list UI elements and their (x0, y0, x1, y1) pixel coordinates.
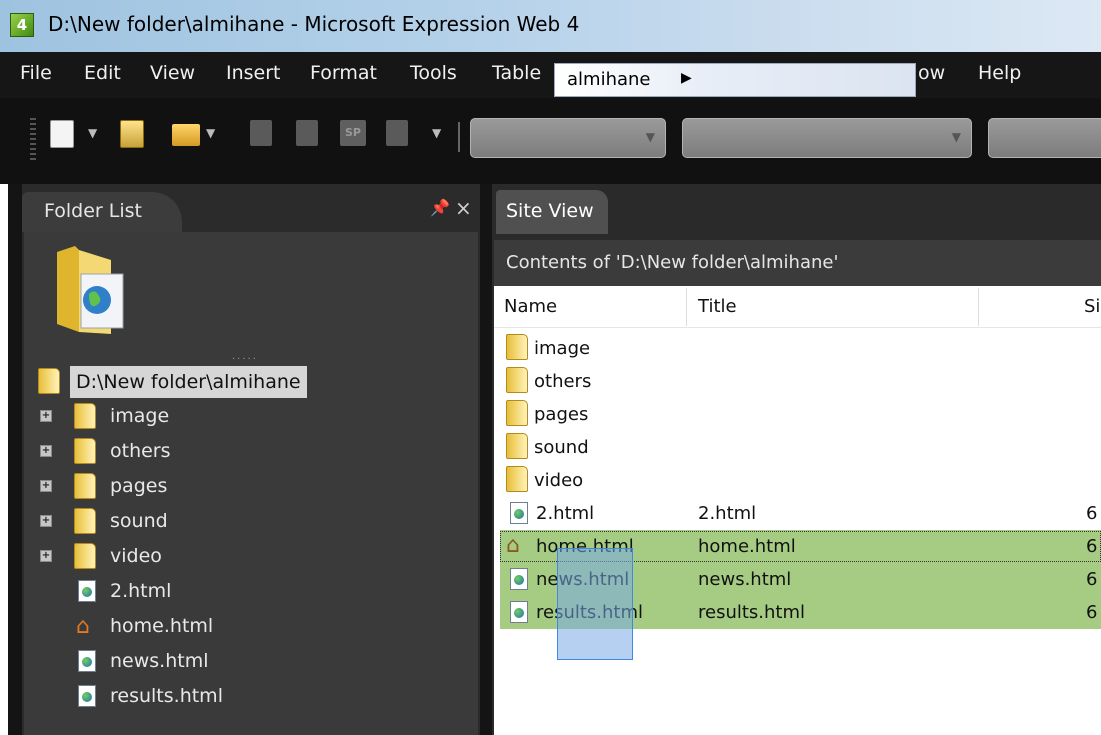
path-label: Contents of 'D:\New folder\almihane' (506, 252, 839, 273)
html-file-icon (510, 502, 528, 524)
list-item-size[interactable]: 6 (1086, 536, 1097, 557)
expand-icon[interactable]: + (40, 445, 52, 457)
chevron-down-icon[interactable]: ▼ (952, 130, 961, 144)
chevron-down-icon[interactable]: ▼ (206, 126, 215, 140)
menu-help[interactable]: Help (978, 62, 1021, 84)
tree-item-home-html[interactable]: home.html (110, 615, 213, 637)
home-icon: ⌂ (76, 614, 90, 639)
tree-item-video[interactable]: video (110, 545, 162, 567)
window-title: D:\New folder\almihane - Microsoft Expre… (48, 12, 580, 36)
chevron-right-icon[interactable]: ▶ (681, 70, 692, 86)
list-item-size[interactable]: 6 (1086, 602, 1097, 623)
list-item-title[interactable]: results.html (698, 602, 805, 623)
folder-icon (74, 473, 96, 499)
tree-item-sound[interactable]: sound (110, 510, 168, 532)
tab-folder-list-label[interactable]: Folder List (44, 200, 142, 222)
folder-icon (506, 466, 528, 492)
list-item-size[interactable]: 6 (1086, 503, 1097, 524)
style-dropdown[interactable]: ▼ (470, 118, 666, 158)
tab-site-view-label[interactable]: Site View (506, 200, 594, 222)
folder-icon (74, 403, 96, 429)
column-title[interactable]: Title (698, 296, 737, 317)
close-icon[interactable]: × (455, 196, 472, 220)
column-size[interactable]: Si (1084, 296, 1100, 317)
html-file-icon (510, 568, 528, 590)
tree-item-image[interactable]: image (110, 405, 169, 427)
expand-icon[interactable]: + (40, 550, 52, 562)
html-file-icon (78, 685, 96, 707)
column-header (494, 286, 1101, 328)
column-name[interactable]: Name (504, 296, 557, 317)
list-item-size[interactable]: 6 (1086, 569, 1097, 590)
open-site-icon[interactable] (120, 120, 144, 148)
menu-table[interactable]: Table (492, 62, 541, 84)
toolbar-grip[interactable] (30, 118, 36, 160)
folder-icon (74, 543, 96, 569)
menu-file[interactable]: File (20, 62, 52, 84)
font-dropdown[interactable]: ▼ (682, 118, 972, 158)
menu-tools[interactable]: Tools (410, 62, 457, 84)
list-item-title[interactable]: 2.html (698, 503, 756, 524)
menu-edit[interactable]: Edit (84, 62, 121, 84)
new-page-icon[interactable] (50, 120, 74, 148)
site-folder-icon (57, 246, 124, 334)
toolbar-separator (458, 122, 460, 152)
tree-root[interactable]: D:\New folder\almihane (70, 366, 307, 398)
list-item-name[interactable]: 2.html (536, 503, 594, 524)
column-divider[interactable] (686, 288, 687, 326)
folder-icon (74, 508, 96, 534)
app-icon: 4 (10, 13, 34, 37)
chevron-down-icon[interactable]: ▼ (88, 126, 97, 140)
list-item-name[interactable]: others (534, 371, 591, 392)
home-icon: ⌂ (506, 533, 520, 558)
tree-item-results-html[interactable]: results.html (110, 685, 223, 707)
preview-icon[interactable] (386, 120, 408, 146)
list-item-title[interactable]: home.html (698, 536, 796, 557)
column-divider[interactable] (978, 288, 979, 326)
chevron-down-icon[interactable]: ▼ (646, 130, 655, 144)
expand-icon[interactable]: + (40, 480, 52, 492)
tree-item-others[interactable]: others (110, 440, 171, 462)
menu-view[interactable]: View (150, 62, 195, 84)
menu-insert[interactable]: Insert (226, 62, 281, 84)
folder-icon (506, 367, 528, 393)
html-file-icon (78, 650, 96, 672)
breadcrumb-popup[interactable]: almihane ▶ (554, 63, 916, 97)
list-item-title[interactable]: news.html (698, 569, 791, 590)
size-dropdown[interactable] (988, 118, 1101, 158)
list-item-name[interactable]: pages (534, 404, 588, 425)
chevron-down-icon[interactable]: ▼ (432, 126, 441, 140)
expand-icon[interactable]: + (40, 515, 52, 527)
save-icon[interactable] (250, 120, 272, 146)
splitter-grip[interactable]: ····· (232, 354, 258, 365)
open-folder-icon[interactable] (172, 124, 200, 146)
folder-icon (506, 334, 528, 360)
menu-bar: File Edit View Insert Format Tools Table… (0, 52, 1101, 98)
folder-icon (74, 438, 96, 464)
pin-icon[interactable]: 📌 (430, 198, 450, 217)
drag-selection-rectangle (557, 548, 633, 660)
html-file-icon (78, 580, 96, 602)
breadcrumb-label[interactable]: almihane (567, 69, 651, 90)
folder-icon (38, 368, 60, 394)
window-edge (0, 184, 8, 735)
list-item-name[interactable]: image (534, 338, 590, 359)
tree-item-news-html[interactable]: news.html (110, 650, 209, 672)
menu-format[interactable]: Format (310, 62, 377, 84)
folder-icon (506, 433, 528, 459)
tree-item-pages[interactable]: pages (110, 475, 167, 497)
tree-item-2-html[interactable]: 2.html (110, 580, 171, 602)
list-item-name[interactable]: sound (534, 437, 589, 458)
list-item-name[interactable]: video (534, 470, 583, 491)
save-all-icon[interactable] (296, 120, 318, 146)
expand-icon[interactable]: + (40, 410, 52, 422)
sharepoint-icon[interactable]: SP (340, 120, 366, 146)
folder-icon (506, 400, 528, 426)
menu-window[interactable]: ow (918, 62, 945, 84)
html-file-icon (510, 601, 528, 623)
